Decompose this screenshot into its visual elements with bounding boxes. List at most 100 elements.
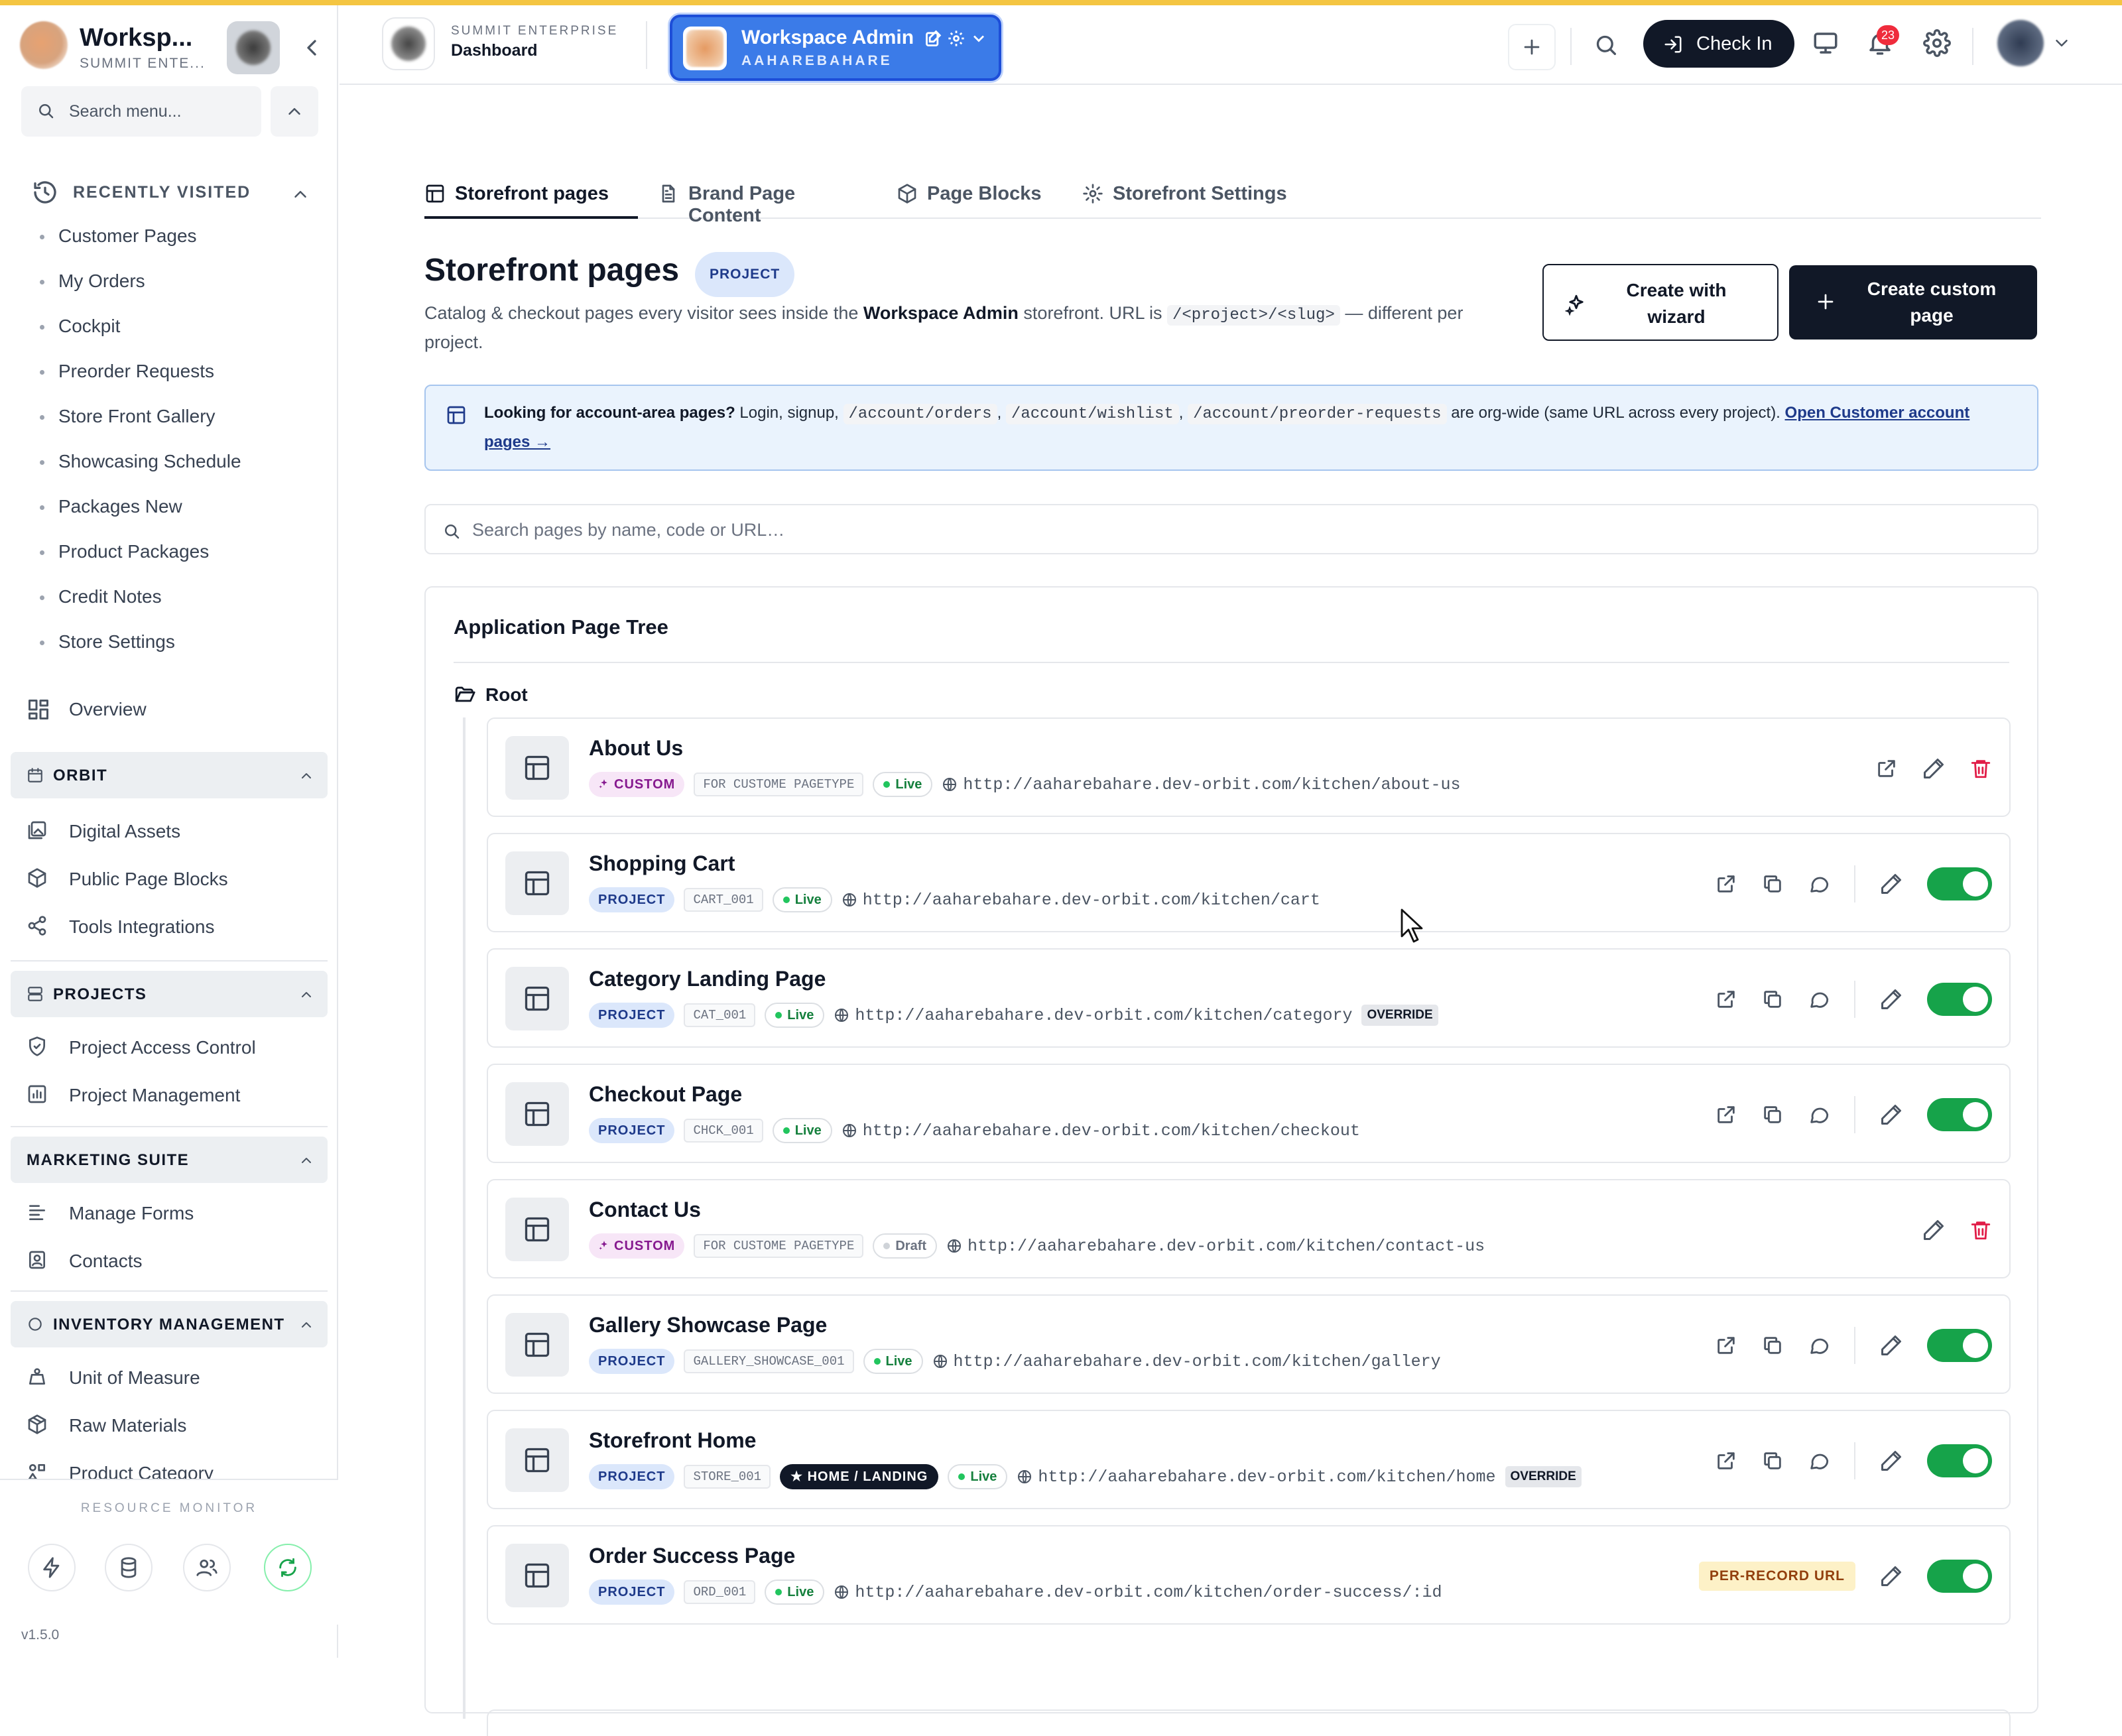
recent-item[interactable]: Customer Pages xyxy=(37,223,316,268)
page-card[interactable]: Shopping Cart PROJECT CART_001 Live http://a… xyxy=(487,833,2011,932)
page-name: Shopping Cart xyxy=(589,851,735,875)
users-monitor-button[interactable] xyxy=(183,1544,231,1591)
globe-icon xyxy=(842,1124,856,1137)
recent-item[interactable]: My Orders xyxy=(37,268,316,313)
tab-page-blocks[interactable]: Page Blocks xyxy=(897,168,1056,219)
page-card[interactable]: Category Landing Page PROJECT CAT_001 Live h… xyxy=(487,948,2011,1048)
menu-search-input[interactable]: Search menu... xyxy=(21,86,261,137)
user-avatar[interactable] xyxy=(1997,20,2044,66)
comment-icon[interactable] xyxy=(1808,1450,1830,1472)
edit-icon[interactable] xyxy=(924,29,943,48)
check-in-button[interactable]: Check In xyxy=(1643,20,1794,68)
open-external-icon[interactable] xyxy=(1715,1334,1737,1357)
database-monitor-button[interactable] xyxy=(105,1544,153,1591)
page-card[interactable]: Checkout Page PROJECT CHCK_001 Live http://a… xyxy=(487,1064,2011,1163)
open-external-icon[interactable] xyxy=(1715,988,1737,1011)
chevron-down-icon[interactable] xyxy=(2052,33,2072,53)
tab-storefront-settings[interactable]: Storefront Settings xyxy=(1082,168,1294,219)
server-icon xyxy=(28,987,42,1001)
duplicate-icon[interactable] xyxy=(1761,873,1784,895)
duplicate-icon[interactable] xyxy=(1761,1450,1784,1472)
page-card[interactable]: Gallery Showcase Page PROJECT GALLERY_SHOW… xyxy=(487,1294,2011,1394)
duplicate-icon[interactable] xyxy=(1761,988,1784,1011)
tab-storefront-pages[interactable]: Storefront pages xyxy=(424,168,638,219)
open-external-icon[interactable] xyxy=(1715,873,1737,895)
delete-icon[interactable] xyxy=(1969,1219,1992,1241)
duplicate-icon[interactable] xyxy=(1761,1103,1784,1126)
open-external-icon[interactable] xyxy=(1715,1450,1737,1472)
collapse-all-button[interactable] xyxy=(271,86,318,137)
workspace-switcher[interactable]: Workspace Admin AAHAREBAHARE xyxy=(670,15,1001,81)
org-avatar[interactable] xyxy=(227,21,280,74)
recent-item[interactable]: Preorder Requests xyxy=(37,358,316,403)
comment-icon[interactable] xyxy=(1808,1334,1830,1357)
group-inventory-header[interactable]: INVENTORY MANAGEMENT xyxy=(11,1301,328,1347)
recently-visited-header[interactable]: RECENTLY VISITED xyxy=(32,176,310,210)
sync-monitor-button[interactable] xyxy=(264,1544,312,1591)
open-external-icon[interactable] xyxy=(1875,757,1898,780)
comment-icon[interactable] xyxy=(1808,1103,1830,1126)
chevron-down-icon[interactable] xyxy=(969,29,988,48)
monitor-icon[interactable] xyxy=(1812,29,1840,57)
page-enabled-toggle[interactable] xyxy=(1927,1560,1992,1593)
recent-item[interactable]: Product Packages xyxy=(37,538,316,584)
sidebar-item-project-access-control[interactable]: Project Access Control xyxy=(27,1029,318,1066)
add-button[interactable] xyxy=(1508,24,1556,70)
divider xyxy=(1854,865,1855,902)
page-enabled-toggle[interactable] xyxy=(1927,1098,1992,1131)
sidebar-item-raw-materials[interactable]: Raw Materials xyxy=(27,1407,318,1444)
search-icon[interactable] xyxy=(1593,32,1619,58)
page-card[interactable]: Storefront Home PROJECT STORE_001 ★ HOME / … xyxy=(487,1410,2011,1509)
open-external-icon[interactable] xyxy=(1715,1103,1737,1126)
edit-icon[interactable] xyxy=(1922,757,1946,780)
sidebar-item-unit-of-measure[interactable]: Unit of Measure xyxy=(27,1359,318,1396)
sidebar-item-public-page-blocks[interactable]: Public Page Blocks xyxy=(27,861,318,898)
group-orbit-header[interactable]: ORBIT xyxy=(11,752,328,798)
page-card[interactable]: Contact Us CUSTOM FOR CUSTOME PAGETYPE Draf… xyxy=(487,1179,2011,1278)
recent-item[interactable]: Showcasing Schedule xyxy=(37,448,316,493)
gear-icon[interactable] xyxy=(1923,29,1951,57)
edit-icon[interactable] xyxy=(1879,1333,1903,1357)
org-logo[interactable] xyxy=(382,17,435,70)
recent-item[interactable]: Cockpit xyxy=(37,313,316,358)
sidebar-item-digital-assets[interactable]: Digital Assets xyxy=(27,813,318,850)
edit-icon[interactable] xyxy=(1879,1449,1903,1473)
delete-icon[interactable] xyxy=(1969,757,1992,780)
tab-brand-page-content[interactable]: Brand Page Content xyxy=(658,168,870,226)
edit-icon[interactable] xyxy=(1922,1218,1946,1242)
recent-item[interactable]: Packages New xyxy=(37,493,316,538)
sidebar-item-label: Product Category xyxy=(69,1463,214,1479)
comment-icon[interactable] xyxy=(1808,988,1830,1011)
collapse-sidebar-icon[interactable] xyxy=(298,34,325,61)
page-enabled-toggle[interactable] xyxy=(1927,1444,1992,1477)
recent-item[interactable]: Store Front Gallery xyxy=(37,403,316,448)
edit-icon[interactable] xyxy=(1879,1103,1903,1127)
page-enabled-toggle[interactable] xyxy=(1927,1329,1992,1362)
create-custom-page-button[interactable]: Create custom page xyxy=(1789,265,2037,340)
recent-item[interactable]: Store Settings xyxy=(37,629,316,674)
performance-monitor-button[interactable] xyxy=(28,1544,76,1591)
sidebar-item-product-category[interactable]: Product Category xyxy=(27,1455,318,1479)
sidebar-item-overview[interactable]: Overview xyxy=(27,691,318,728)
edit-icon[interactable] xyxy=(1879,987,1903,1011)
sidebar-item-tools-integrations[interactable]: Tools Integrations xyxy=(27,908,318,946)
search-pages-input[interactable]: Search pages by name, code or URL… xyxy=(424,504,2038,554)
create-with-wizard-button[interactable]: Create with wizard xyxy=(1542,264,1779,341)
group-marketing-header[interactable]: MARKETING SUITE xyxy=(11,1137,328,1183)
page-card[interactable]: About Us CUSTOM FOR CUSTOME PAGETYPE Live ht… xyxy=(487,717,2011,817)
sidebar-item-label: Unit of Measure xyxy=(69,1367,200,1388)
edit-icon[interactable] xyxy=(1879,872,1903,896)
duplicate-icon[interactable] xyxy=(1761,1334,1784,1357)
gear-icon[interactable] xyxy=(947,29,966,48)
sidebar-item-contacts[interactable]: Contacts xyxy=(27,1243,318,1280)
group-projects-header[interactable]: PROJECTS xyxy=(11,971,328,1017)
sidebar-item-manage-forms[interactable]: Manage Forms xyxy=(27,1195,318,1232)
sidebar-item-project-management[interactable]: Project Management xyxy=(27,1077,318,1114)
page-card[interactable]: Order Success Page PROJECT ORD_001 Live http… xyxy=(487,1525,2011,1625)
edit-icon[interactable] xyxy=(1879,1564,1903,1588)
recent-item[interactable]: Credit Notes xyxy=(37,584,316,629)
comment-icon[interactable] xyxy=(1808,873,1830,895)
page-enabled-toggle[interactable] xyxy=(1927,867,1992,900)
page-enabled-toggle[interactable] xyxy=(1927,983,1992,1016)
page-code-badge: GALLERY_SHOWCASE_001 xyxy=(684,1349,854,1373)
